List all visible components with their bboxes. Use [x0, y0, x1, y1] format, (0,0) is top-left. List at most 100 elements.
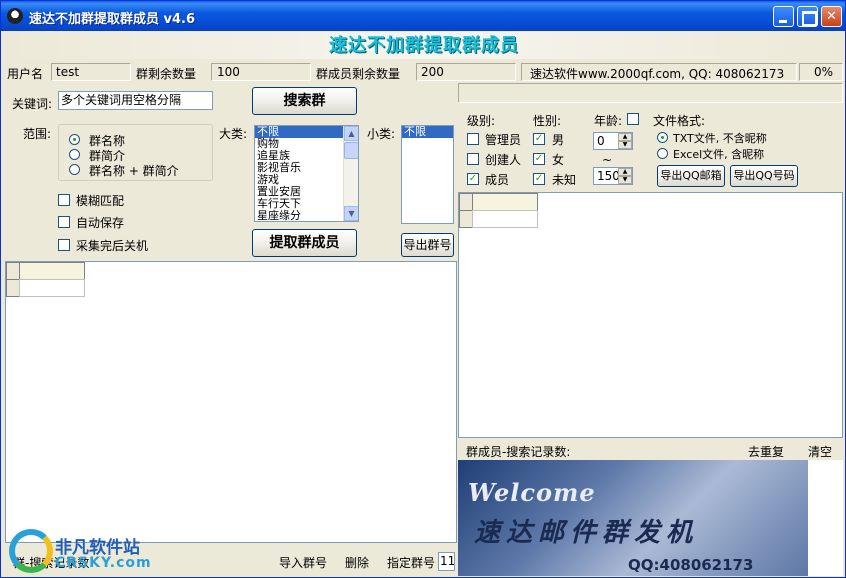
age-label: 年龄:: [594, 114, 623, 128]
welcome-qq: QQ:408062173: [628, 556, 754, 574]
export-mail-button[interactable]: 导出QQ邮箱: [657, 165, 725, 187]
dedupe-button[interactable]: 去重复: [748, 443, 784, 460]
grid-row-header: [459, 210, 473, 228]
scroll-up-icon[interactable]: ▲: [344, 126, 358, 141]
gender-checkbox-female[interactable]: ✓: [533, 153, 545, 165]
close-button[interactable]: ✕: [821, 6, 842, 27]
age-max-value: 150: [597, 169, 620, 183]
export-groups-button[interactable]: 导出群号: [401, 233, 454, 257]
banner: 速达不加群提取群成员: [5, 32, 843, 59]
members-grid[interactable]: [458, 192, 843, 438]
level-member-label: 成员: [485, 173, 510, 187]
grid-corner: [459, 193, 473, 211]
company-text: 速达软件www.2000qf.com, QQ: 408062173: [530, 67, 785, 81]
category-listbox[interactable]: 不限 购物 追星族 影视音乐 游戏 置业安居 车行天下 星座缘分 ▲ ▼: [254, 125, 359, 222]
level-checkbox-member[interactable]: ✓: [467, 173, 479, 185]
delete-button[interactable]: 删除: [345, 554, 369, 571]
member-count-label: 群成员-搜索记录数:: [466, 445, 571, 459]
gender-checkbox-male[interactable]: ✓: [533, 133, 545, 145]
username-value: test: [56, 65, 80, 79]
gender-label: 性别:: [533, 114, 562, 128]
welcome-text: Welcome: [468, 478, 596, 507]
subcategory-label: 小类:: [367, 127, 396, 141]
category-label: 大类:: [219, 127, 248, 141]
export-qq-button[interactable]: 导出QQ号码: [730, 165, 798, 187]
gender-unknown-label: 未知: [552, 173, 577, 187]
extract-members-button[interactable]: 提取群成员: [252, 229, 357, 257]
crsky-watermark: 非凡软件站 CRSKY.com: [7, 525, 167, 577]
format-txt-label: TXT文件, 不含昵称: [673, 132, 767, 145]
title-bar: 速达不加群提取群成员 v4.6 ✕: [1, 1, 845, 31]
age-tilde: ~: [602, 153, 613, 167]
scroll-thumb[interactable]: [344, 142, 358, 159]
search-groups-button[interactable]: 搜索群: [252, 87, 357, 115]
subcategory-listbox[interactable]: 不限: [401, 125, 454, 224]
import-groups-button[interactable]: 导入群号: [279, 554, 327, 571]
level-admin-label: 管理员: [485, 133, 522, 147]
level-creator-label: 创建人: [485, 153, 522, 167]
banner-title: 速达不加群提取群成员: [329, 35, 519, 56]
fuzzy-checkbox[interactable]: [58, 194, 70, 206]
watermark-domain: CRSKY.com: [55, 555, 152, 571]
shutdown-label: 采集完后关机: [76, 239, 149, 253]
fuzzy-label: 模糊匹配: [76, 194, 125, 208]
gender-male-label: 男: [552, 133, 565, 147]
scroll-down-icon[interactable]: ▼: [344, 206, 358, 221]
member-remaining-label: 群成员剩余数量: [316, 67, 401, 81]
welcome-product: 速达邮件群发机: [474, 518, 699, 548]
level-checkbox-creator[interactable]: [467, 153, 479, 165]
format-radio-excel[interactable]: [657, 148, 668, 159]
grid-corner: [6, 262, 20, 280]
maximize-button[interactable]: [797, 6, 818, 27]
format-excel-label: Excel文件, 含昵称: [673, 148, 765, 161]
crsky-logo-icon: [9, 529, 53, 573]
keyword-label: 关键词:: [12, 97, 53, 111]
clear-button[interactable]: 清空: [808, 443, 832, 460]
grid-cell[interactable]: [472, 210, 538, 228]
minimize-button[interactable]: [773, 6, 794, 27]
welcome-side-panel: [808, 460, 843, 576]
age-min-spinner[interactable]: 0 ▲ ▼: [593, 132, 633, 150]
specify-group-label: 指定群号: [387, 556, 436, 570]
format-radio-txt[interactable]: [657, 132, 668, 143]
username-label: 用户名: [7, 67, 44, 81]
autosave-label: 自动保存: [76, 216, 125, 230]
level-checkbox-admin[interactable]: [467, 133, 479, 145]
penguin-icon: [7, 8, 23, 24]
scope-option-both: 群名称 + 群简介: [89, 164, 179, 178]
format-label: 文件格式:: [653, 114, 706, 128]
age-max-spinner[interactable]: 150 ▲ ▼: [593, 167, 633, 185]
scope-radio-both[interactable]: [69, 164, 80, 175]
shutdown-checkbox[interactable]: [58, 239, 70, 251]
group-remaining-label: 群剩余数量: [136, 67, 197, 81]
grid-header-cell: [19, 262, 85, 280]
scope-label: 范围:: [23, 127, 52, 141]
right-status-bar: [458, 83, 843, 103]
gender-female-label: 女: [552, 153, 565, 167]
grid-row-header: [6, 279, 20, 297]
scope-radio-intro[interactable]: [69, 149, 80, 160]
group-remaining-value: 100: [217, 65, 240, 79]
spin-up-icon[interactable]: ▲: [618, 133, 632, 141]
progress-text: 0%: [814, 65, 834, 79]
groups-grid[interactable]: [5, 261, 457, 543]
subcategory-item[interactable]: 不限: [402, 126, 453, 138]
specify-group-input[interactable]: 11: [438, 552, 455, 571]
welcome-banner-image: Welcome 速达邮件群发机 QQ:408062173: [458, 460, 808, 576]
age-min-value: 0: [597, 134, 605, 148]
grid-cell[interactable]: [19, 279, 85, 297]
member-remaining-value: 200: [421, 65, 444, 79]
spin-down-icon[interactable]: ▼: [618, 176, 632, 184]
level-label: 级别:: [467, 114, 496, 128]
gender-checkbox-unknown[interactable]: ✓: [533, 173, 545, 185]
main-window: 速达不加群提取群成员 v4.6 ✕ 速达不加群提取群成员 用户名 test 群剩…: [0, 0, 846, 578]
autosave-checkbox[interactable]: [58, 216, 70, 228]
spin-down-icon[interactable]: ▼: [618, 141, 632, 149]
window-title: 速达不加群提取群成员 v4.6: [29, 12, 196, 27]
age-checkbox[interactable]: [627, 113, 639, 125]
category-scrollbar[interactable]: ▲ ▼: [343, 126, 358, 221]
scope-radio-name[interactable]: [69, 134, 80, 145]
grid-header-cell: [472, 193, 538, 211]
keyword-input[interactable]: 多个关键词用空格分隔: [58, 91, 213, 110]
spin-up-icon[interactable]: ▲: [618, 168, 632, 176]
